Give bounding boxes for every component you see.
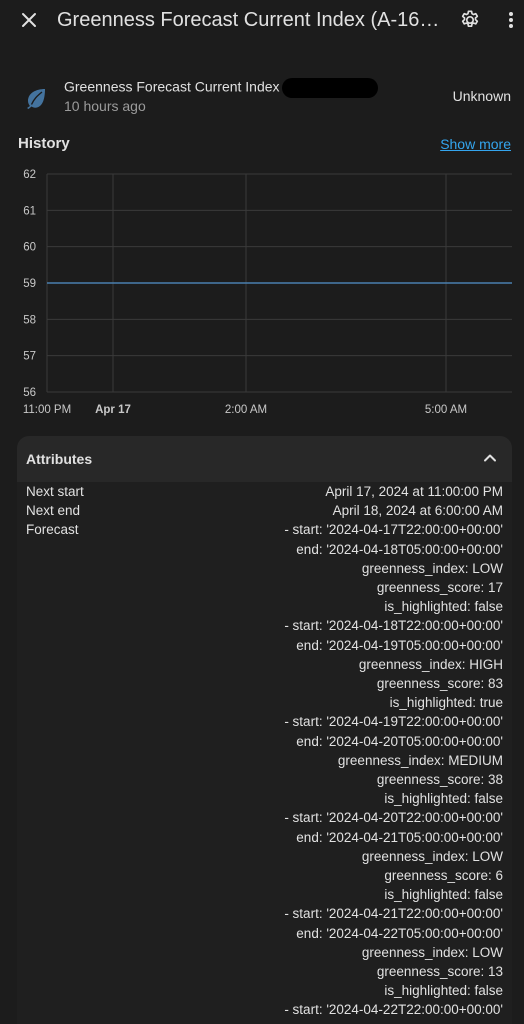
attribute-row-forecast: Forecast - start: '2024-04-17T22:00:00+0… xyxy=(26,520,503,1019)
close-icon xyxy=(22,13,36,27)
forecast-line: end: '2024-04-18T05:00:00+00:00' xyxy=(296,541,503,557)
y-tick-label: 57 xyxy=(23,351,36,363)
y-tick-label: 60 xyxy=(23,242,36,254)
entity-name: Greenness Forecast Current Index xyxy=(64,78,378,98)
x-tick-label: 5:00 AM xyxy=(425,404,467,416)
attribute-key: Forecast xyxy=(26,522,79,538)
history-chart[interactable]: 62 61 60 59 58 57 56 11:00 PM Apr 17 2:00 AM 5:00 … xyxy=(0,160,524,420)
forecast-line: end: '2024-04-22T05:00:00+00:00' xyxy=(296,925,503,941)
attribute-value: April 17, 2024 at 11:00:00 PM xyxy=(325,484,503,499)
attribute-key: Next end xyxy=(26,503,81,519)
y-tick-label: 59 xyxy=(23,278,36,290)
dialog-title: Greenness Forecast Current Index (A-16… xyxy=(57,9,440,31)
attribute-key: Next start xyxy=(26,484,84,499)
forecast-line: greenness_score: 83 xyxy=(376,676,503,692)
close-button[interactable] xyxy=(17,8,41,32)
settings-button[interactable] xyxy=(458,8,482,32)
forecast-line: is_highlighted: false xyxy=(384,599,503,615)
forecast-line: - start: '2024-04-20T22:00:00+00:00' xyxy=(284,810,503,826)
forecast-line: greenness_index: MEDIUM xyxy=(337,752,503,768)
forecast-line: greenness_index: LOW xyxy=(361,944,503,960)
forecast-line: greenness_score: 17 xyxy=(376,580,503,596)
forecast-line: - start: '2024-04-21T22:00:00+00:00' xyxy=(284,906,503,922)
x-tick-label: Apr 17 xyxy=(95,404,131,416)
forecast-line: end: '2024-04-19T05:00:00+00:00' xyxy=(296,637,503,653)
forecast-line: - start: '2024-04-22T22:00:00+00:00' xyxy=(284,1002,503,1018)
more-options-button[interactable] xyxy=(507,8,524,32)
forecast-line: greenness_index: LOW xyxy=(361,560,503,576)
forecast-line: is_highlighted: false xyxy=(384,887,503,903)
x-tick-label: 11:00 PM xyxy=(23,404,71,416)
attribute-row-next-end: Next end April 18, 2024 at 6:00:00 AM xyxy=(26,501,503,520)
last-changed-time: 10 hours ago xyxy=(64,98,146,114)
y-tick-label: 61 xyxy=(23,205,36,217)
forecast-line: - start: '2024-04-17T22:00:00+00:00' xyxy=(284,522,503,538)
attribute-value: - start: '2024-04-17T22:00:00+00:00' end:… xyxy=(26,520,503,1019)
y-tick-label: 56 xyxy=(23,387,36,399)
attributes-title: Attributes xyxy=(26,451,93,467)
forecast-line: is_highlighted: false xyxy=(384,983,503,999)
y-tick-label: 62 xyxy=(23,169,36,181)
dialog-header: Greenness Forecast Current Index (A-16… xyxy=(0,0,524,40)
forecast-line: greenness_score: 38 xyxy=(376,772,503,788)
attributes-header[interactable]: Attributes xyxy=(17,436,512,482)
y-tick-label: 58 xyxy=(23,314,36,326)
entity-state: Unknown xyxy=(452,88,511,104)
more-vert-icon xyxy=(509,12,513,28)
forecast-line: greenness_score: 6 xyxy=(384,868,503,884)
forecast-line: end: '2024-04-21T05:00:00+00:00' xyxy=(296,829,503,845)
x-tick-label: 2:00 AM xyxy=(225,404,267,416)
forecast-line: greenness_score: 13 xyxy=(376,964,503,980)
history-heading: History xyxy=(18,135,70,152)
forecast-line: end: '2024-04-20T05:00:00+00:00' xyxy=(296,733,503,749)
forecast-line: greenness_index: LOW xyxy=(361,848,503,864)
redaction-mark xyxy=(281,78,378,98)
forecast-line: - start: '2024-04-18T22:00:00+00:00' xyxy=(284,618,503,634)
forecast-line: - start: '2024-04-19T22:00:00+00:00' xyxy=(284,714,503,730)
attribute-row-next-start: Next start April 17, 2024 at 11:00:00 PM xyxy=(26,482,503,501)
attributes-panel: Attributes Next start April 17, 2024 at … xyxy=(17,436,512,1024)
attributes-table: Next start April 17, 2024 at 11:00:00 PM… xyxy=(26,482,503,1020)
entity-row: Greenness Forecast Current Index 10 hour… xyxy=(0,72,524,122)
entity-name-text: Greenness Forecast Current Index xyxy=(64,78,280,95)
forecast-line: is_highlighted: true xyxy=(389,695,503,711)
chevron-up-icon xyxy=(484,454,496,462)
attribute-value: April 18, 2024 at 6:00:00 AM xyxy=(332,503,503,519)
gear-icon xyxy=(461,10,479,28)
entity-more-info-dialog: Greenness Forecast Current Index (A-16… … xyxy=(0,0,524,1024)
forecast-line: is_highlighted: false xyxy=(384,791,503,807)
show-more-link[interactable]: Show more xyxy=(440,136,511,152)
leaf-icon xyxy=(24,86,48,110)
forecast-line: greenness_index: HIGH xyxy=(358,656,503,672)
